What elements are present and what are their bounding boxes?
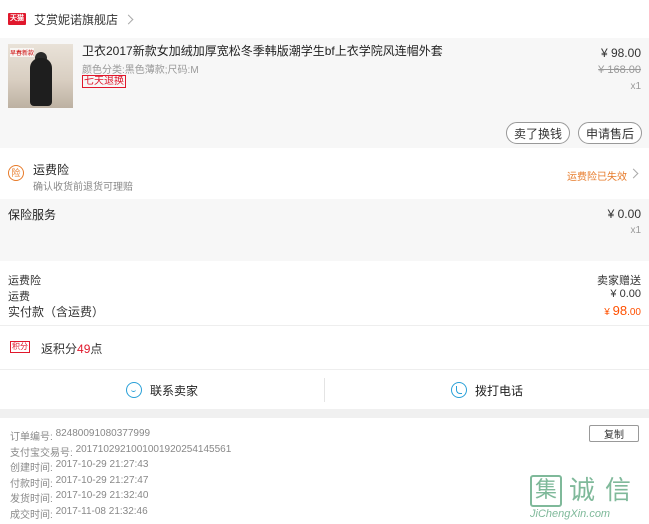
info-row: 订单编号: 82480091080377999: [10, 428, 150, 443]
insurance-status[interactable]: 运费险已失效: [567, 168, 627, 183]
info-value: 2017-10-29 21:32:40: [55, 490, 149, 501]
info-row: 发货时间: 2017-10-29 21:32:40: [10, 490, 148, 505]
total-dec: .00: [627, 307, 641, 318]
insurance-title: 运费险: [33, 163, 70, 177]
shop-header[interactable]: 天猫 艾赏妮诺旗舰店: [0, 0, 649, 38]
info-value: 2017-11-08 21:32:46: [55, 506, 148, 517]
info-row: 付款时间: 2017-10-29 21:27:47: [10, 475, 148, 490]
thumbnail-figure-body: [30, 58, 52, 106]
summary-row: 运费 ¥ 0.00: [8, 288, 641, 304]
call-phone-label: 拨打电话: [474, 383, 523, 398]
shipping-insurance-row[interactable]: 险 运费险 确认收货前退货可理赔 运费险已失效: [0, 150, 649, 198]
order-item[interactable]: 早春新款 卫衣2017新款女加绒加厚宽松冬季韩版潮学生bf上衣学院风连帽外套 颜…: [0, 38, 649, 148]
total-int: 98: [612, 303, 628, 318]
points-prefix: 返积分: [41, 342, 78, 356]
product-quantity: x1: [630, 81, 641, 92]
points-row: 积分 返积分49点: [0, 327, 649, 367]
section-gap: [0, 409, 649, 418]
total-label: 实付款（含运费）: [8, 305, 105, 319]
insurance-service: 保险服务 ¥ 0.00 x1: [0, 199, 649, 261]
call-phone-button[interactable]: 拨打电话: [325, 370, 649, 410]
seven-day-return-badge: 七天退换: [82, 75, 126, 88]
info-row: 创建时间: 2017-10-29 21:27:43: [10, 459, 148, 474]
info-key: 付款时间:: [10, 479, 53, 490]
service-price: ¥ 0.00: [607, 207, 641, 221]
watermark: 集 诚 信 JiChengXin.com: [530, 475, 648, 523]
chevron-right-icon: [123, 14, 134, 24]
thumbnail-tag: 早春新款: [10, 48, 35, 57]
chevron-right-icon: [628, 168, 639, 179]
info-row: 支付宝交易号: 2017102921001001920254145561: [10, 444, 231, 459]
summary-value: 卖家赠送: [597, 275, 641, 287]
summary-row: 运费险 卖家赠送: [8, 272, 641, 288]
product-price: ¥ 98.00: [600, 46, 641, 60]
total-amount: ¥ 98.00: [604, 303, 641, 320]
info-key: 成交时间:: [10, 510, 53, 521]
info-row: 成交时间: 2017-11-08 21:32:46: [10, 506, 148, 521]
service-quantity: x1: [630, 225, 641, 236]
info-value: 82480091080377999: [55, 428, 151, 439]
phone-icon: [450, 382, 467, 398]
watermark-char: 诚: [568, 476, 595, 506]
summary-label: 运费: [8, 291, 30, 303]
resell-button[interactable]: 卖了换钱: [506, 122, 570, 144]
info-key: 发货时间:: [10, 494, 53, 505]
insurance-icon: 险: [8, 165, 24, 181]
copy-button[interactable]: 复制: [589, 425, 639, 442]
summary-label: 运费险: [8, 275, 41, 287]
summary-total-row: 实付款（含运费） ¥ 98.00: [8, 303, 641, 320]
watermark-char: 集: [530, 475, 562, 507]
total-currency: ¥: [604, 307, 613, 318]
info-value: 2017-10-29 21:27:47: [55, 475, 149, 486]
info-key: 创建时间:: [10, 463, 53, 474]
chat-icon: [125, 382, 142, 398]
summary-value: ¥ 0.00: [610, 288, 641, 300]
shop-name[interactable]: 艾赏妮诺旗舰店: [34, 11, 118, 28]
tmall-logo-icon: 天猫: [8, 13, 26, 25]
product-original-price: ¥ 168.00: [598, 64, 641, 76]
service-title: 保险服务: [8, 208, 57, 222]
info-value: 2017102921001001920254145561: [75, 444, 232, 455]
watermark-char: 信: [604, 476, 631, 506]
product-thumbnail[interactable]: 早春新款: [8, 44, 73, 108]
product-attributes: 颜色分类:黑色薄款;尺码:M: [82, 65, 199, 76]
points-suffix: 点: [90, 342, 103, 356]
info-value: 2017-10-29 21:27:43: [55, 459, 149, 470]
watermark-url: JiChengXin.com: [530, 508, 611, 520]
contact-seller-button[interactable]: 联系卖家: [0, 370, 324, 410]
after-sale-button[interactable]: 申请售后: [578, 122, 642, 144]
points-icon: 积分: [10, 341, 30, 353]
contact-seller-label: 联系卖家: [149, 383, 198, 398]
insurance-subtitle: 确认收货前退货可理赔: [33, 182, 133, 193]
contact-bar: 联系卖家 拨打电话: [0, 369, 649, 409]
info-key: 订单编号:: [10, 432, 53, 443]
info-key: 支付宝交易号:: [10, 448, 73, 459]
watermark-logo: 集 诚 信: [530, 475, 648, 507]
payment-summary: 运费险 卖家赠送 运费 ¥ 0.00 实付款（含运费） ¥ 98.00: [0, 262, 649, 326]
points-value: 49: [77, 342, 91, 356]
product-title[interactable]: 卫衣2017新款女加绒加厚宽松冬季韩版潮学生bf上衣学院风连帽外套: [82, 44, 472, 58]
points-text: 返积分49点: [41, 340, 102, 357]
